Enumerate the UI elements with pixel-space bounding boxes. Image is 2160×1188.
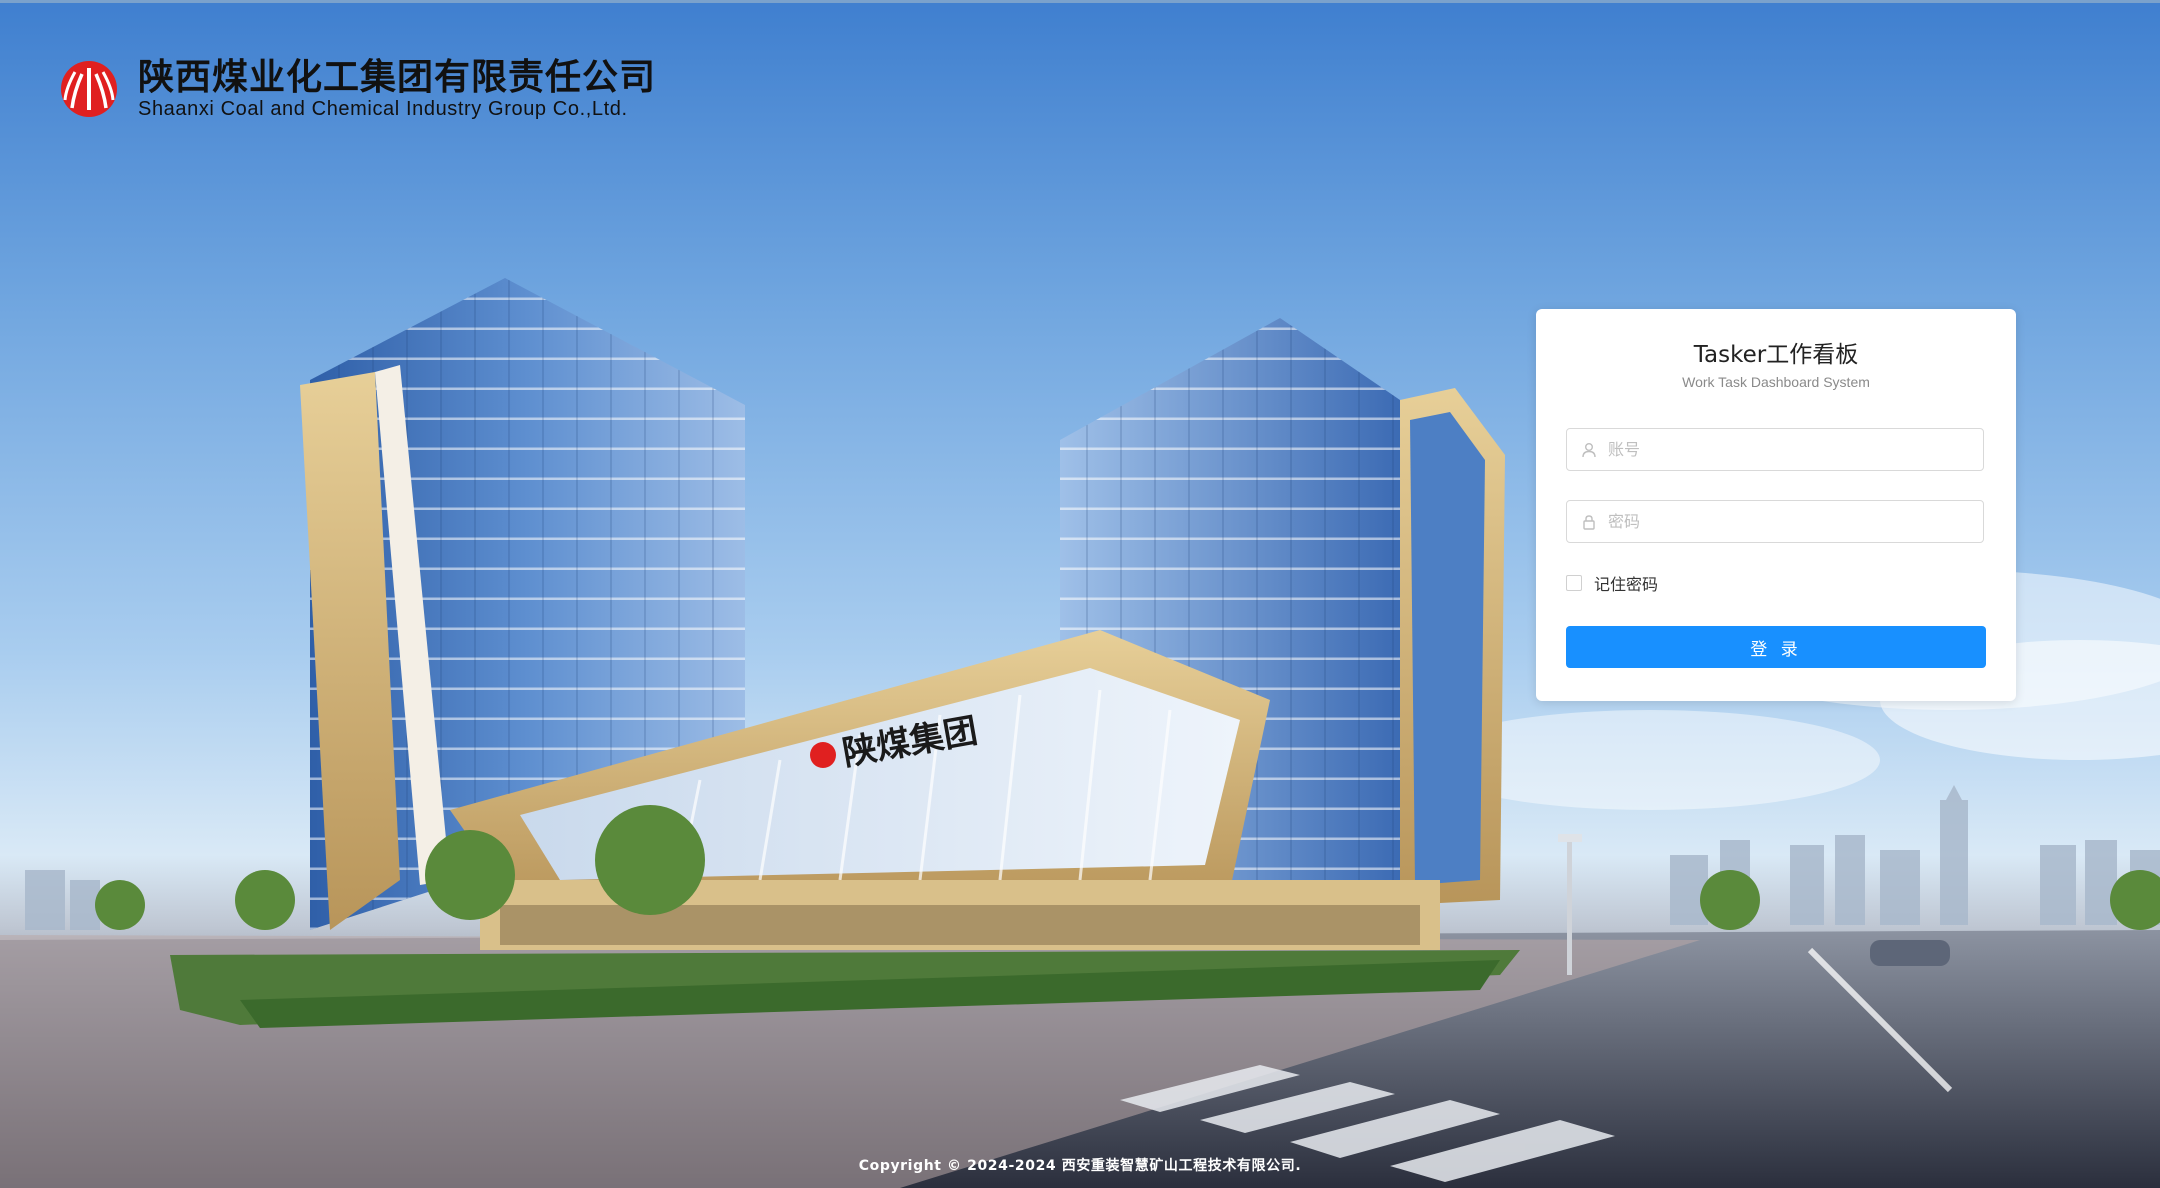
login-card: Tasker工作看板 Work Task Dashboard System 账号… [1536, 309, 2016, 701]
remember-password[interactable]: 记住密码 [1566, 571, 1658, 595]
username-input[interactable] [1606, 439, 1983, 460]
login-button[interactable]: 登 录 [1566, 626, 1986, 668]
login-page: 陕煤集团 陕西煤业化工集团有限责任公司 Shaanxi Coal and Che… [0, 0, 2160, 1188]
remember-checkbox[interactable] [1566, 575, 1582, 591]
remember-label[interactable]: 记住密码 [1594, 571, 1658, 595]
logo-icon [61, 61, 117, 117]
password-input[interactable] [1606, 511, 1983, 532]
user-icon [1580, 441, 1598, 459]
company-name-cn: 陕西煤业化工集团有限责任公司 [138, 57, 657, 98]
lock-icon [1580, 513, 1598, 531]
username-field[interactable] [1566, 428, 1984, 471]
company-logo: 陕西煤业化工集团有限责任公司 Shaanxi Coal and Chemical… [60, 58, 656, 120]
login-subtitle: Work Task Dashboard System [1682, 374, 1870, 390]
logo-text: 陕西煤业化工集团有限责任公司 Shaanxi Coal and Chemical… [138, 57, 657, 121]
footer-copyright: Copyright © 2024-2024 西安重装智慧矿山工程技术有限公司. [858, 1158, 1302, 1174]
password-field[interactable] [1566, 500, 1984, 543]
login-title: Tasker工作看板 [1693, 342, 1859, 368]
company-name-en: Shaanxi Coal and Chemical Industry Group… [138, 98, 628, 120]
